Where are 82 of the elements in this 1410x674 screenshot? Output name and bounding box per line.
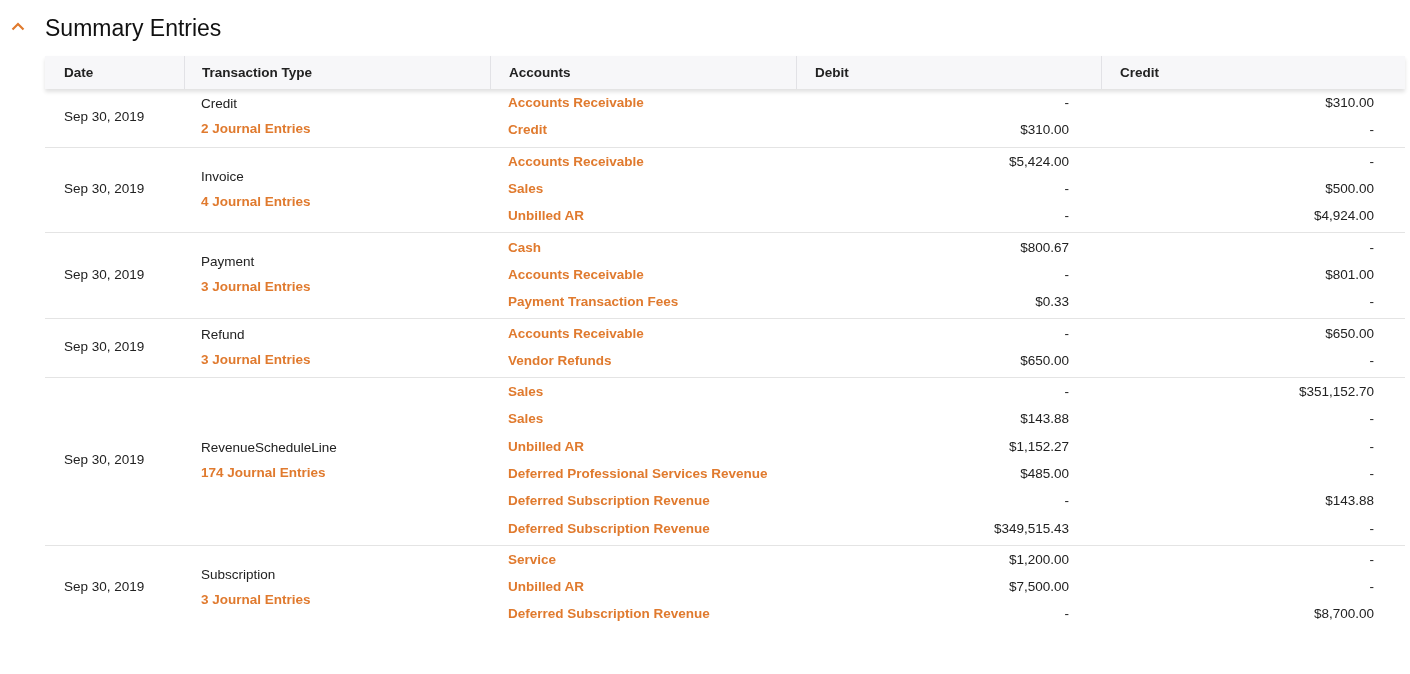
credit-amount: - [1369,551,1374,567]
account-link[interactable]: Deferred Subscription Revenue [508,520,710,536]
debit-amount: - [1064,208,1069,224]
credit-amount: $310.00 [1325,95,1374,111]
debit-amount: - [1064,384,1069,400]
date-cell-text: Sep 30, 2019 [64,452,146,468]
transaction-type: RevenueScheduleLine [201,439,338,455]
account-link[interactable]: Accounts Receivable [508,266,644,282]
account-link[interactable]: Accounts Receivable [508,95,644,111]
credit-amount: - [1369,239,1374,255]
account-link[interactable]: Vendor Refunds [508,352,612,368]
debit-amount: - [1064,266,1069,282]
credit-amount: - [1369,579,1374,595]
date-cell-text: Sep 30, 2019 [64,579,146,595]
transaction-type: Refund [201,326,246,342]
credit-amount: - [1369,153,1374,169]
account-link[interactable]: Accounts Receivable [508,325,644,341]
credit-amount: - [1369,466,1374,481]
collapse-chevron-icon[interactable] [11,22,25,31]
credit-amount: $351,152.70 [1298,384,1374,400]
debit-amount: - [1064,325,1069,341]
transaction-type: Credit [201,96,238,112]
credit-amount: - [1369,352,1374,368]
column-header: Debit [815,65,849,80]
account-link[interactable]: Sales [508,411,544,427]
account-link[interactable]: Unbilled AR [508,208,584,224]
credit-amount: - [1369,294,1374,310]
credit-amount: $650.00 [1325,325,1374,341]
account-link[interactable]: Deferred Subscription Revenue [508,606,710,622]
debit-amount: $800.67 [1020,239,1069,255]
account-link[interactable]: Sales [508,181,544,197]
debit-amount: $0.33 [1035,294,1069,310]
journal-entries-link[interactable]: 3 Journal Entries [201,591,490,607]
credit-amount: $8,700.00 [1313,606,1374,622]
credit-amount: $500.00 [1325,181,1374,197]
column-header: Date [64,65,94,80]
debit-amount: $7,500.00 [1008,579,1069,595]
account-link[interactable]: Accounts Receivable [508,153,644,169]
credit-amount: $4,924.00 [1313,208,1374,224]
credit-amount: $801.00 [1325,266,1374,282]
debit-amount: $1,152.27 [1008,438,1069,454]
account-link[interactable]: Deferred Subscription Revenue [508,493,710,509]
debit-amount: $310.00 [1020,122,1069,138]
account-link[interactable]: Deferred Professional Services Revenue [508,466,768,481]
account-link[interactable]: Credit [508,122,547,138]
credit-amount: $143.88 [1325,493,1374,509]
account-link[interactable]: Unbilled AR [508,579,584,595]
account-link[interactable]: Cash [508,239,541,255]
column-header: Accounts [509,65,571,80]
debit-amount: $349,515.43 [993,520,1069,536]
column-header: Credit [1120,65,1159,80]
journal-entries-link[interactable]: 174 Journal Entries [201,464,490,480]
credit-amount: - [1369,122,1374,138]
transaction-type: Subscription [201,566,277,582]
journal-entries-link[interactable]: 4 Journal Entries [201,193,490,209]
transaction-type: Invoice [201,168,245,184]
debit-amount: $650.00 [1020,352,1069,368]
debit-amount: $143.88 [1020,411,1069,427]
credit-amount: - [1369,411,1374,427]
debit-amount: - [1064,95,1069,111]
date-cell-text: Sep 30, 2019 [64,108,146,124]
section-title: Summary Entries [45,14,222,42]
debit-amount: - [1064,606,1069,622]
account-link[interactable]: Payment Transaction Fees [508,294,679,310]
account-link[interactable]: Service [508,551,557,567]
account-link[interactable]: Unbilled AR [508,438,584,454]
debit-amount: - [1064,493,1069,509]
account-link[interactable]: Sales [508,384,544,400]
credit-amount: - [1369,438,1374,454]
date-cell-text: Sep 30, 2019 [64,339,146,355]
debit-amount: - [1064,181,1069,197]
date-cell-text: Sep 30, 2019 [64,181,146,197]
debit-amount: $5,424.00 [1008,153,1069,169]
credit-amount: - [1369,520,1374,536]
transaction-type: Payment [201,254,256,270]
date-cell-text: Sep 30, 2019 [64,266,146,282]
journal-entries-link[interactable]: 3 Journal Entries [201,351,490,367]
debit-amount: $1,200.00 [1008,551,1069,567]
journal-entries-link[interactable]: 3 Journal Entries [201,279,490,295]
column-header: Transaction Type [202,65,313,80]
journal-entries-link[interactable]: 2 Journal Entries [201,121,490,137]
debit-amount: $485.00 [1020,466,1069,481]
